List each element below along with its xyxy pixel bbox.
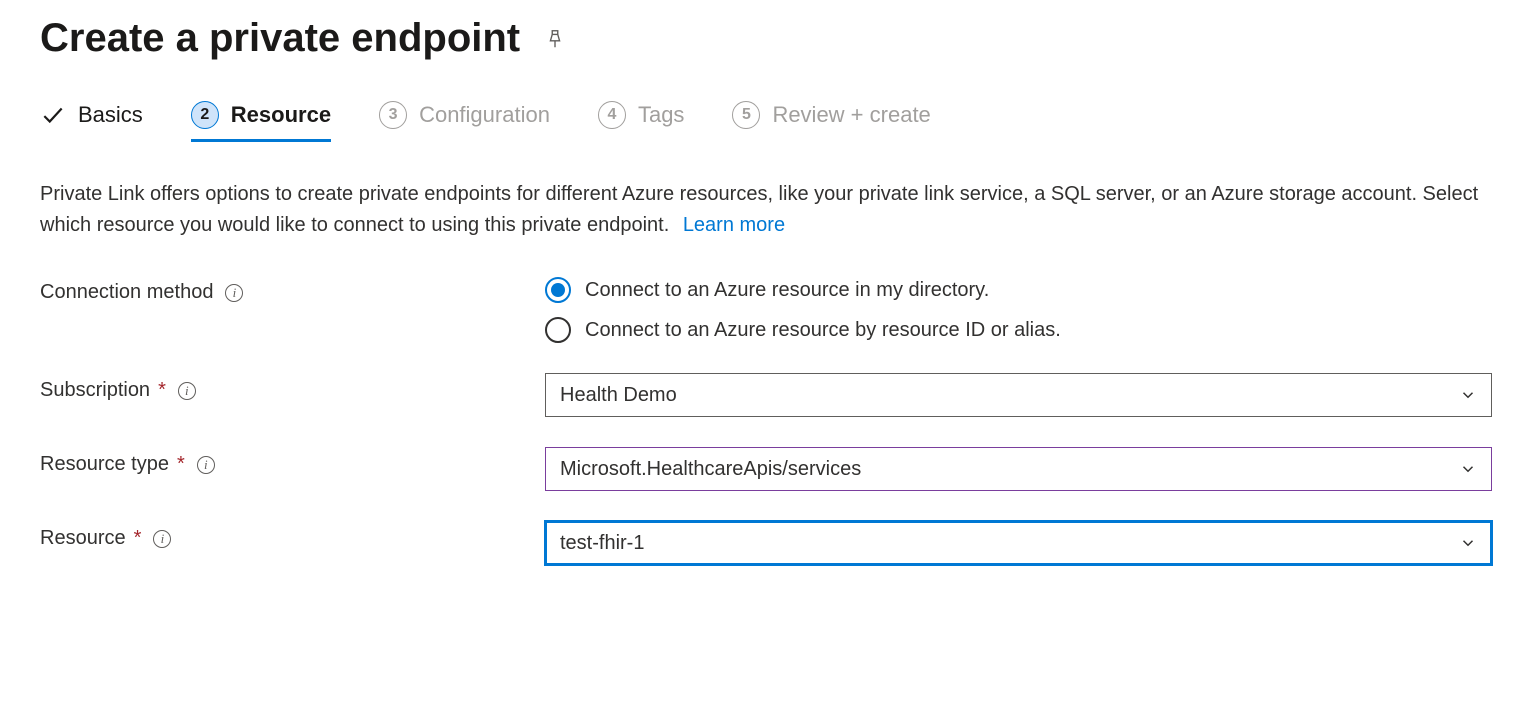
page-title: Create a private endpoint bbox=[40, 16, 520, 61]
field-label: Connection method bbox=[40, 281, 213, 304]
radio-icon bbox=[545, 317, 571, 343]
tab-label: Review + create bbox=[772, 102, 930, 128]
checkmark-icon bbox=[40, 102, 66, 128]
tab-tags[interactable]: 4 Tags bbox=[598, 101, 684, 141]
info-icon[interactable]: i bbox=[153, 530, 171, 548]
select-value: Microsoft.HealthcareApis/services bbox=[560, 458, 861, 481]
radio-label: Connect to an Azure resource in my direc… bbox=[585, 279, 989, 302]
tab-review-create[interactable]: 5 Review + create bbox=[732, 101, 930, 141]
subscription-select[interactable]: Health Demo bbox=[545, 373, 1492, 417]
tab-label: Basics bbox=[78, 102, 143, 128]
wizard-tabs: Basics 2 Resource 3 Configuration 4 Tags… bbox=[40, 101, 1492, 149]
connection-method-radio-group: Connect to an Azure resource in my direc… bbox=[545, 275, 1492, 343]
tab-step-number: 3 bbox=[379, 101, 407, 129]
tab-description: Private Link offers options to create pr… bbox=[40, 179, 1480, 241]
info-icon[interactable]: i bbox=[197, 456, 215, 474]
resource-select[interactable]: test-fhir-1 bbox=[545, 521, 1492, 565]
tab-label: Configuration bbox=[419, 102, 550, 128]
field-label: Resource bbox=[40, 527, 126, 550]
tab-step-number: 2 bbox=[191, 101, 219, 129]
chevron-down-icon bbox=[1459, 460, 1477, 478]
info-icon[interactable]: i bbox=[225, 284, 243, 302]
learn-more-link[interactable]: Learn more bbox=[683, 214, 785, 236]
select-value: Health Demo bbox=[560, 384, 677, 407]
tab-step-number: 5 bbox=[732, 101, 760, 129]
required-indicator: * bbox=[158, 379, 166, 402]
form-section: Connection method i Connect to an Azure … bbox=[40, 275, 1492, 565]
radio-connect-resource-id[interactable]: Connect to an Azure resource by resource… bbox=[545, 317, 1492, 343]
radio-icon bbox=[545, 277, 571, 303]
tab-configuration[interactable]: 3 Configuration bbox=[379, 101, 550, 141]
chevron-down-icon bbox=[1459, 534, 1477, 552]
select-value: test-fhir-1 bbox=[560, 532, 644, 555]
tab-step-number: 4 bbox=[598, 101, 626, 129]
required-indicator: * bbox=[177, 453, 185, 476]
field-label: Resource type bbox=[40, 453, 169, 476]
field-subscription: Subscription * i Health Demo bbox=[40, 373, 1492, 417]
field-connection-method: Connection method i Connect to an Azure … bbox=[40, 275, 1492, 343]
tab-label: Tags bbox=[638, 102, 684, 128]
radio-label: Connect to an Azure resource by resource… bbox=[585, 319, 1061, 342]
page-header: Create a private endpoint bbox=[40, 0, 1492, 101]
tab-label: Resource bbox=[231, 102, 331, 128]
radio-connect-directory[interactable]: Connect to an Azure resource in my direc… bbox=[545, 277, 1492, 303]
required-indicator: * bbox=[134, 527, 142, 550]
info-icon[interactable]: i bbox=[178, 382, 196, 400]
chevron-down-icon bbox=[1459, 386, 1477, 404]
field-resource-type: Resource type * i Microsoft.HealthcareAp… bbox=[40, 447, 1492, 491]
field-resource: Resource * i test-fhir-1 bbox=[40, 521, 1492, 565]
field-label: Subscription bbox=[40, 379, 150, 402]
pin-icon[interactable] bbox=[544, 28, 566, 50]
tab-resource[interactable]: 2 Resource bbox=[191, 101, 331, 141]
resource-type-select[interactable]: Microsoft.HealthcareApis/services bbox=[545, 447, 1492, 491]
tab-basics[interactable]: Basics bbox=[40, 102, 143, 140]
